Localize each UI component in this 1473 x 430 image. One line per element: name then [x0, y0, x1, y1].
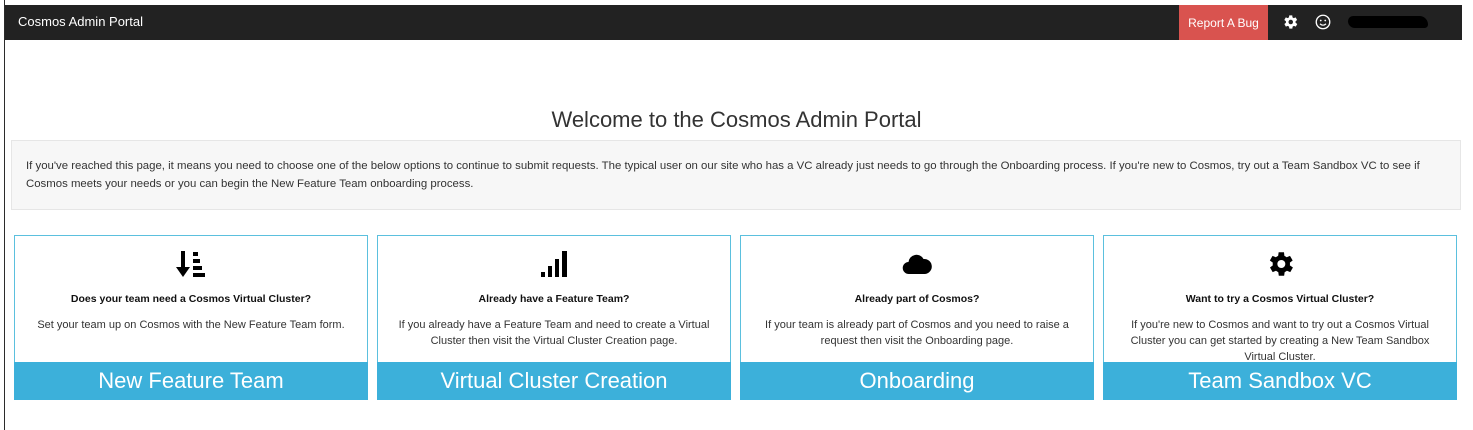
gear-icon[interactable] [1281, 13, 1299, 31]
window-right-edge [1467, 0, 1473, 430]
window-left-edge [0, 0, 5, 430]
virtual-cluster-creation-button[interactable]: Virtual Cluster Creation [377, 362, 731, 400]
card-virtual-cluster-creation: Already have a Feature Team? If you alre… [377, 235, 731, 400]
card-description: Set your team up on Cosmos with the New … [37, 319, 345, 331]
user-name-redacted[interactable] [1348, 16, 1428, 28]
page-title: Welcome to the Cosmos Admin Portal [551, 107, 922, 132]
new-feature-team-button[interactable]: New Feature Team [14, 362, 368, 400]
report-bug-button[interactable]: Report A Bug [1179, 5, 1268, 40]
card-title: Already have a Feature Team? [478, 293, 630, 305]
card-onboarding: Already part of Cosmos? If your team is … [740, 235, 1094, 400]
card-team-sandbox-vc: Want to try a Cosmos Virtual Cluster? If… [1103, 235, 1457, 400]
card-title: Does your team need a Cosmos Virtual Clu… [70, 293, 312, 305]
card-description: If you already have a Feature Team and n… [398, 319, 710, 347]
signal-bars-icon [541, 251, 567, 277]
card-description: If you're new to Cosmos and want to try … [1130, 319, 1430, 363]
card-title: Already part of Cosmos? [854, 293, 980, 305]
card-description: If your team is already part of Cosmos a… [765, 319, 1069, 347]
card-title: Want to try a Cosmos Virtual Cluster? [1185, 293, 1375, 305]
intro-panel: If you've reached this page, it means yo… [11, 140, 1461, 210]
sort-descending-icon [176, 251, 205, 277]
smiley-icon[interactable] [1314, 13, 1332, 31]
navbar: Cosmos Admin Portal Report A Bug [5, 5, 1462, 40]
gear-icon [1269, 252, 1293, 276]
onboarding-button[interactable]: Onboarding [740, 362, 1094, 400]
brand-link[interactable]: Cosmos Admin Portal [18, 14, 143, 29]
cloud-icon [902, 254, 932, 275]
card-new-feature-team: Does your team need a Cosmos Virtual Clu… [14, 235, 368, 400]
team-sandbox-vc-button[interactable]: Team Sandbox VC [1103, 362, 1457, 400]
